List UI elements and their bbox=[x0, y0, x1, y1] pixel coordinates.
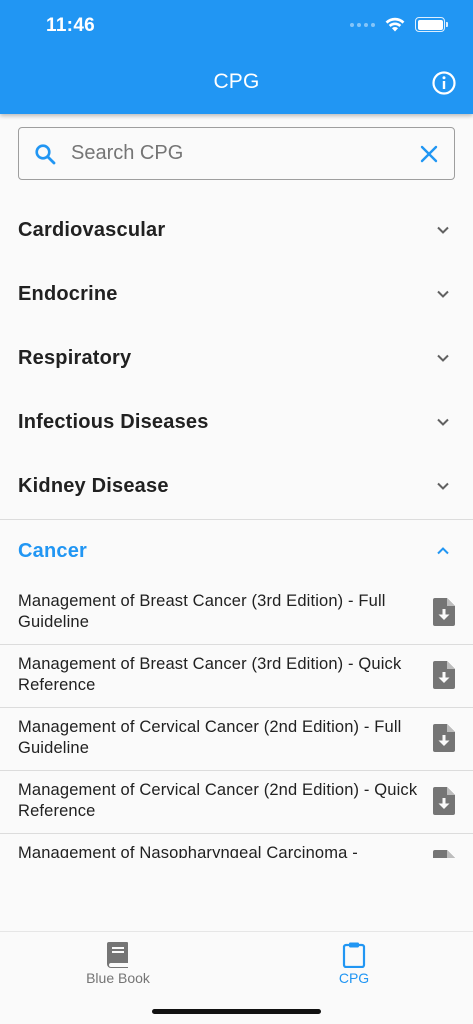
guideline-title: Management of Cervical Cancer (2nd Editi… bbox=[18, 781, 418, 820]
category-cardiovascular[interactable]: Cardiovascular bbox=[0, 198, 473, 262]
download-file-icon[interactable] bbox=[433, 787, 455, 815]
chevron-down-icon bbox=[437, 418, 449, 426]
guideline-item[interactable]: Management of Breast Cancer (3rd Edition… bbox=[0, 645, 473, 708]
nav-label: CPG bbox=[338, 970, 370, 986]
guideline-item[interactable]: Management of Cervical Cancer (2nd Editi… bbox=[0, 771, 473, 834]
category-label: Endocrine bbox=[18, 283, 118, 305]
category-label: Kidney Disease bbox=[18, 475, 169, 497]
home-indicator bbox=[152, 1009, 321, 1014]
category-label: Respiratory bbox=[18, 347, 132, 369]
category-label: Cancer bbox=[18, 540, 88, 562]
info-icon[interactable] bbox=[431, 70, 457, 96]
book-icon bbox=[107, 942, 128, 968]
search-box bbox=[18, 127, 455, 180]
wifi-icon bbox=[385, 17, 405, 32]
clipboard-icon bbox=[342, 942, 366, 968]
category-respiratory[interactable]: Respiratory bbox=[0, 326, 473, 390]
search-icon bbox=[35, 144, 56, 165]
cellular-signal-icon bbox=[350, 22, 375, 27]
guideline-list: Management of Breast Cancer (3rd Edition… bbox=[0, 582, 473, 858]
guideline-title: Management of Breast Cancer (3rd Edition… bbox=[18, 592, 386, 631]
guideline-title: Management of Cervical Cancer (2nd Editi… bbox=[18, 718, 402, 757]
category-infectious-diseases[interactable]: Infectious Diseases bbox=[0, 390, 473, 454]
download-file-icon[interactable] bbox=[433, 850, 455, 858]
download-file-icon[interactable] bbox=[433, 661, 455, 689]
battery-icon bbox=[415, 17, 448, 32]
download-file-icon[interactable] bbox=[433, 598, 455, 626]
page-title: CPG bbox=[213, 70, 260, 93]
chevron-down-icon bbox=[437, 354, 449, 362]
guideline-item[interactable]: Management of Nasopharyngeal Carcinoma - bbox=[0, 834, 473, 858]
category-cancer[interactable]: Cancer bbox=[0, 519, 473, 583]
guideline-item[interactable]: Management of Cervical Cancer (2nd Editi… bbox=[0, 708, 473, 771]
chevron-down-icon bbox=[437, 226, 449, 234]
nav-label: Blue Book bbox=[86, 970, 150, 986]
clear-search-icon[interactable] bbox=[419, 144, 439, 164]
category-label: Cardiovascular bbox=[18, 219, 166, 241]
guideline-title: Management of Nasopharyngeal Carcinoma - bbox=[18, 844, 358, 858]
guideline-item[interactable]: Management of Breast Cancer (3rd Edition… bbox=[0, 582, 473, 645]
category-label: Infectious Diseases bbox=[18, 411, 209, 433]
category-kidney-disease[interactable]: Kidney Disease bbox=[0, 454, 473, 518]
chevron-down-icon bbox=[437, 482, 449, 490]
download-file-icon[interactable] bbox=[433, 724, 455, 752]
chevron-up-icon bbox=[437, 547, 449, 555]
status-icons bbox=[350, 17, 448, 32]
nav-tab-cpg[interactable]: CPG bbox=[236, 932, 472, 992]
app-bar: 11:46 CPG bbox=[0, 0, 473, 114]
chevron-down-icon bbox=[437, 290, 449, 298]
category-endocrine[interactable]: Endocrine bbox=[0, 262, 473, 326]
app-screen: 11:46 CPG Search CPG Cardiovascular Endo… bbox=[0, 0, 473, 1024]
search-input[interactable] bbox=[71, 128, 411, 179]
guideline-title: Management of Breast Cancer (3rd Edition… bbox=[18, 655, 402, 694]
status-time: 11:46 bbox=[46, 15, 96, 36]
nav-tab-blue-book[interactable]: Blue Book bbox=[0, 932, 236, 992]
